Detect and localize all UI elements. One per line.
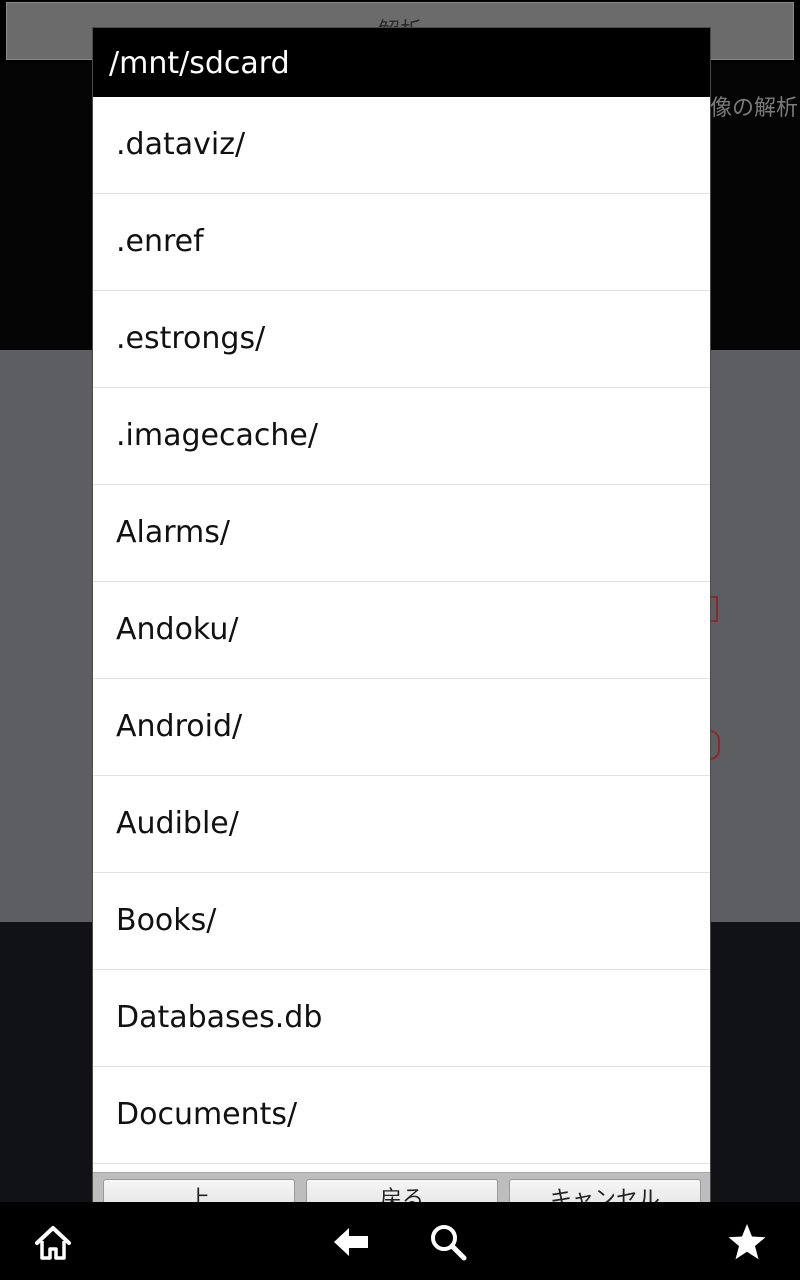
background-header-text: 像の解析: [709, 96, 798, 121]
file-list-item[interactable]: Documents/: [93, 1067, 710, 1164]
file-chooser-dialog: /mnt/sdcard .dataviz/ .enref .estrongs/ …: [92, 27, 711, 1202]
file-list-item[interactable]: .enref: [93, 194, 710, 291]
back-icon[interactable]: [331, 1222, 371, 1262]
dialog-title: /mnt/sdcard: [93, 28, 710, 97]
back-button[interactable]: 戻る: [306, 1179, 498, 1202]
file-list-item[interactable]: Audible/: [93, 776, 710, 873]
file-list[interactable]: .dataviz/ .enref .estrongs/ .imagecache/…: [93, 97, 710, 1172]
file-list-item[interactable]: Andoku/: [93, 582, 710, 679]
file-list-item[interactable]: Books/: [93, 873, 710, 970]
search-icon[interactable]: [428, 1222, 468, 1262]
screen: 解析 像の解析 /mnt/sdcard .dataviz/ .enref .es…: [0, 0, 800, 1280]
file-list-item[interactable]: .dataviz/: [93, 97, 710, 194]
file-list-item[interactable]: Android/: [93, 679, 710, 776]
file-list-item[interactable]: Alarms/: [93, 485, 710, 582]
dialog-button-bar: 上 戻る キャンセル: [93, 1172, 710, 1202]
file-list-item[interactable]: .estrongs/: [93, 291, 710, 388]
up-button[interactable]: 上: [103, 1179, 295, 1202]
home-icon[interactable]: [33, 1222, 73, 1262]
file-list-item[interactable]: .imagecache/: [93, 388, 710, 485]
system-nav-bar: [0, 1202, 800, 1280]
background-bracket-mark: [710, 596, 718, 622]
cancel-button[interactable]: キャンセル: [509, 1179, 701, 1202]
star-icon[interactable]: [727, 1222, 767, 1262]
file-list-item[interactable]: Databases.db: [93, 970, 710, 1067]
